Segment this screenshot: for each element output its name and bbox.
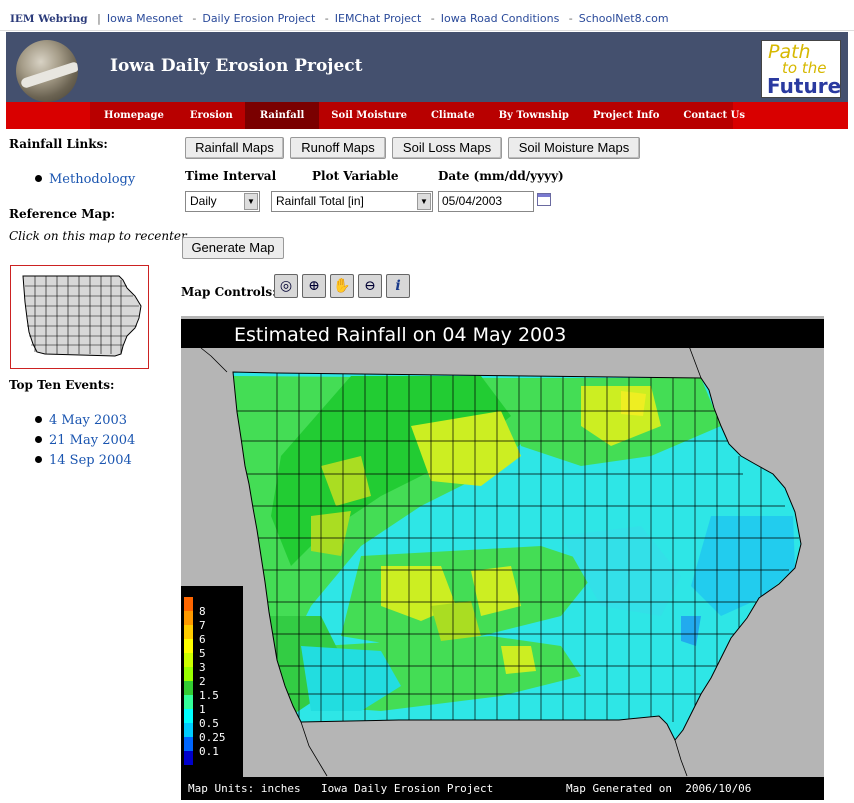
webring-link-schoolnet8[interactable]: SchoolNet8.com bbox=[579, 12, 669, 25]
webring-separator: - bbox=[568, 12, 573, 25]
map-units-text: Map Units: inches bbox=[188, 782, 301, 795]
iowa-rainfall-map[interactable] bbox=[181, 316, 824, 800]
site-title: Iowa Daily Erosion Project bbox=[110, 56, 363, 76]
info-icon[interactable]: i bbox=[386, 274, 410, 298]
time-interval-label: Time Interval bbox=[185, 169, 277, 183]
legend-label: 2 bbox=[199, 675, 206, 688]
time-interval-select[interactable]: Daily ▼ bbox=[185, 191, 260, 212]
legend-label: 1.5 bbox=[199, 689, 219, 702]
event-link[interactable]: 4 May 2003 bbox=[35, 413, 127, 428]
legend-swatch bbox=[184, 751, 193, 765]
event-link-label: 21 May 2004 bbox=[49, 433, 136, 448]
site-header: Iowa Daily Erosion Project Path to the F… bbox=[6, 32, 848, 102]
logo-line: Future bbox=[767, 74, 842, 98]
nav-erosion[interactable]: Erosion bbox=[178, 102, 245, 129]
webring-bar: IEM Webring | Iowa Mesonet - Daily Erosion… bbox=[0, 0, 854, 31]
legend-label: 5 bbox=[199, 647, 206, 660]
map-controls-label: Map Controls: bbox=[181, 285, 277, 299]
rainfall-links-heading: Rainfall Links: bbox=[9, 137, 108, 151]
nav-homepage[interactable]: Homepage bbox=[90, 102, 178, 129]
date-label: Date (mm/dd/yyyy) bbox=[438, 169, 564, 183]
legend-swatch bbox=[184, 723, 193, 737]
nav-climate[interactable]: Climate bbox=[419, 102, 487, 129]
plot-variable-select[interactable]: Rainfall Total [in] ▼ bbox=[271, 191, 433, 212]
reference-map[interactable] bbox=[10, 265, 149, 369]
event-link-label: 4 May 2003 bbox=[49, 413, 128, 428]
legend-label: 7 bbox=[199, 619, 206, 632]
legend-swatch bbox=[184, 667, 193, 681]
bullet-dot bbox=[35, 416, 42, 423]
rainfall-maps-button[interactable]: Rainfall Maps bbox=[185, 137, 284, 159]
webring-link-iowa-mesonet[interactable]: Iowa Mesonet bbox=[107, 12, 183, 25]
nav-project-info[interactable]: Project Info bbox=[581, 102, 672, 129]
event-link[interactable]: 14 Sep 2004 bbox=[35, 453, 132, 468]
map-generated-text: Map Generated on 2006/10/06 bbox=[566, 782, 752, 795]
legend-swatch bbox=[184, 681, 193, 695]
bullet-dot bbox=[35, 175, 42, 182]
soil-loss-maps-button[interactable]: Soil Loss Maps bbox=[392, 137, 502, 159]
rainfall-map[interactable]: Estimated Rainfall on 04 May 2003 8 7 6 … bbox=[181, 316, 824, 800]
runoff-maps-button[interactable]: Runoff Maps bbox=[290, 137, 386, 159]
webring-link-daily-erosion[interactable]: Daily Erosion Project bbox=[202, 12, 315, 25]
time-interval-value: Daily bbox=[190, 194, 217, 208]
webring-link-iemchat[interactable]: IEMChat Project bbox=[335, 12, 422, 25]
map-project-text: Iowa Daily Erosion Project bbox=[321, 782, 494, 795]
pan-hand-icon[interactable]: ✋ bbox=[330, 274, 354, 298]
date-input[interactable]: 05/04/2003 bbox=[438, 191, 534, 212]
webring-separator: - bbox=[430, 12, 435, 25]
webring-separator: | bbox=[97, 12, 101, 25]
webring-separator: - bbox=[324, 12, 329, 25]
generate-map-button[interactable]: Generate Map bbox=[182, 237, 284, 259]
zoom-extent-icon[interactable]: ◎ bbox=[274, 274, 298, 298]
plot-variable-value: Rainfall Total [in] bbox=[276, 194, 364, 208]
header-photo bbox=[16, 40, 78, 102]
legend-swatch bbox=[184, 597, 193, 611]
webring-separator: - bbox=[192, 12, 197, 25]
nav-contact-us[interactable]: Contact Us bbox=[671, 102, 757, 129]
chevron-down-icon: ▼ bbox=[244, 193, 258, 210]
plot-variable-label: Plot Variable bbox=[312, 169, 399, 183]
event-link-label: 14 Sep 2004 bbox=[49, 453, 132, 468]
legend-label: 3 bbox=[199, 661, 206, 674]
legend-swatch bbox=[184, 695, 193, 709]
zoom-out-icon[interactable]: ⊖ bbox=[358, 274, 382, 298]
reference-map-iowa[interactable] bbox=[11, 266, 148, 368]
bullet-dot bbox=[35, 456, 42, 463]
nav-soil-moisture[interactable]: Soil Moisture bbox=[319, 102, 419, 129]
link-methodology-label: Methodology bbox=[49, 172, 136, 187]
bullet-dot bbox=[35, 436, 42, 443]
nav-rainfall[interactable]: Rainfall bbox=[244, 102, 320, 129]
webring-title: IEM Webring bbox=[10, 13, 88, 25]
legend-label: 0.5 bbox=[199, 717, 219, 730]
legend-label: 0.25 bbox=[199, 731, 226, 744]
legend-label: 8 bbox=[199, 605, 206, 618]
link-methodology[interactable]: Methodology bbox=[35, 172, 135, 187]
legend-swatch bbox=[184, 611, 193, 625]
reference-map-heading: Reference Map: bbox=[9, 207, 116, 221]
legend-swatch bbox=[184, 737, 193, 751]
legend-swatch bbox=[184, 653, 193, 667]
legend-label: 1 bbox=[199, 703, 206, 716]
calendar-icon[interactable] bbox=[537, 193, 551, 206]
chevron-down-icon: ▼ bbox=[417, 193, 431, 210]
webring-link-road-conditions[interactable]: Iowa Road Conditions bbox=[441, 12, 560, 25]
event-link[interactable]: 21 May 2004 bbox=[35, 433, 135, 448]
reference-map-hint: Click on this map to recenter. bbox=[9, 229, 190, 243]
soil-moisture-maps-button[interactable]: Soil Moisture Maps bbox=[508, 137, 640, 159]
zoom-in-icon[interactable]: ⊕ bbox=[302, 274, 326, 298]
legend-swatch bbox=[184, 709, 193, 723]
path-to-the-future-logo[interactable]: Path to the Future bbox=[761, 40, 841, 98]
legend-label: 0.1 bbox=[199, 745, 219, 758]
top-events-heading: Top Ten Events: bbox=[9, 378, 115, 392]
legend-label: 6 bbox=[199, 633, 206, 646]
map-legend: 8 7 6 5 3 2 1.5 1 0.5 0.25 0.1 bbox=[181, 586, 243, 778]
legend-swatch bbox=[184, 625, 193, 639]
map-footer: Map Units: inches Iowa Daily Erosion Pro… bbox=[181, 777, 824, 800]
legend-swatch bbox=[184, 639, 193, 653]
main-nav: Homepage Erosion Rainfall Soil Moisture … bbox=[6, 102, 848, 129]
nav-by-township[interactable]: By Township bbox=[487, 102, 581, 129]
